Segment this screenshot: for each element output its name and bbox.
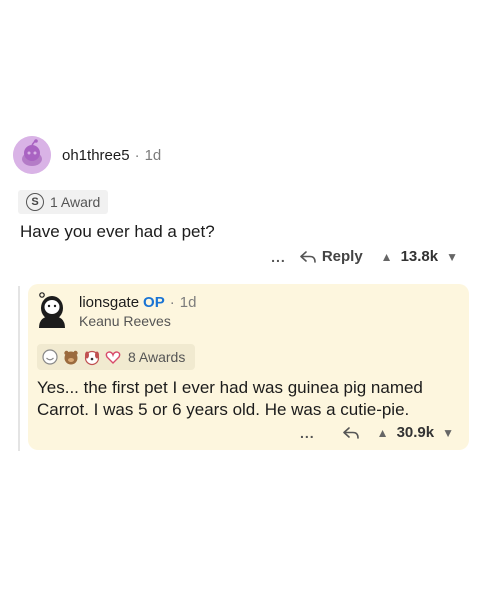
vote-score: 30.9k <box>396 424 435 441</box>
reply-button[interactable]: Reply <box>300 248 363 265</box>
vote-score: 13.8k <box>400 248 439 265</box>
comment-body: Have you ever had a pet? <box>20 222 215 241</box>
award-count: 1 Award <box>50 194 101 210</box>
silver-award-icon: S <box>26 193 44 211</box>
downvote-icon[interactable]: ▼ <box>442 426 454 440</box>
upvote-icon[interactable]: ▲ <box>377 426 389 440</box>
thread-line[interactable] <box>18 286 20 451</box>
bear-award-icon <box>64 350 78 365</box>
op-badge: OP <box>143 294 165 311</box>
award-chip[interactable]: 8 Awards <box>37 344 196 370</box>
user-avatar[interactable] <box>13 136 51 174</box>
separator-dot: · <box>169 294 175 311</box>
comment-header: lionsgate OP · 1d <box>79 294 196 311</box>
downvote-icon[interactable]: ▼ <box>446 250 458 264</box>
user-avatar[interactable] <box>33 290 71 330</box>
comment-actions: ... Reply ▲ 13.8k ▼ <box>271 248 458 265</box>
heart-award-icon <box>105 351 121 364</box>
timestamp: 1d <box>179 294 197 311</box>
username[interactable]: oh1three5 <box>62 147 130 164</box>
comment-actions: ... ▲ 30.9k ▼ <box>300 424 454 441</box>
award-count: 8 Awards <box>128 349 186 365</box>
vote-controls: ▲ 13.8k ▼ <box>381 248 458 265</box>
username[interactable]: lionsgate <box>79 294 139 311</box>
reply-arrow-icon <box>342 426 359 439</box>
vote-controls: ▲ 30.9k ▼ <box>377 424 454 441</box>
more-options-button[interactable]: ... <box>271 249 286 265</box>
puppy-award-icon <box>84 350 100 366</box>
upvote-icon[interactable]: ▲ <box>381 250 393 264</box>
comment-body: Yes... the first pet I ever had was guin… <box>37 378 423 419</box>
user-flair: Keanu Reeves <box>79 313 171 329</box>
reply-arrow-icon <box>300 250 316 263</box>
reply-button[interactable] <box>342 426 359 440</box>
wholesome-award-icon <box>42 349 58 365</box>
award-chip[interactable]: S 1 Award <box>18 190 109 214</box>
reply-label: Reply <box>321 248 363 265</box>
more-options-button[interactable]: ... <box>300 425 315 441</box>
snoo-avatar-icon <box>13 136 51 174</box>
separator-dot: · <box>134 147 140 164</box>
comment-header: oh1three5 · 1d <box>62 147 161 164</box>
timestamp: 1d <box>144 147 162 164</box>
keanu-avatar-icon <box>39 292 65 328</box>
